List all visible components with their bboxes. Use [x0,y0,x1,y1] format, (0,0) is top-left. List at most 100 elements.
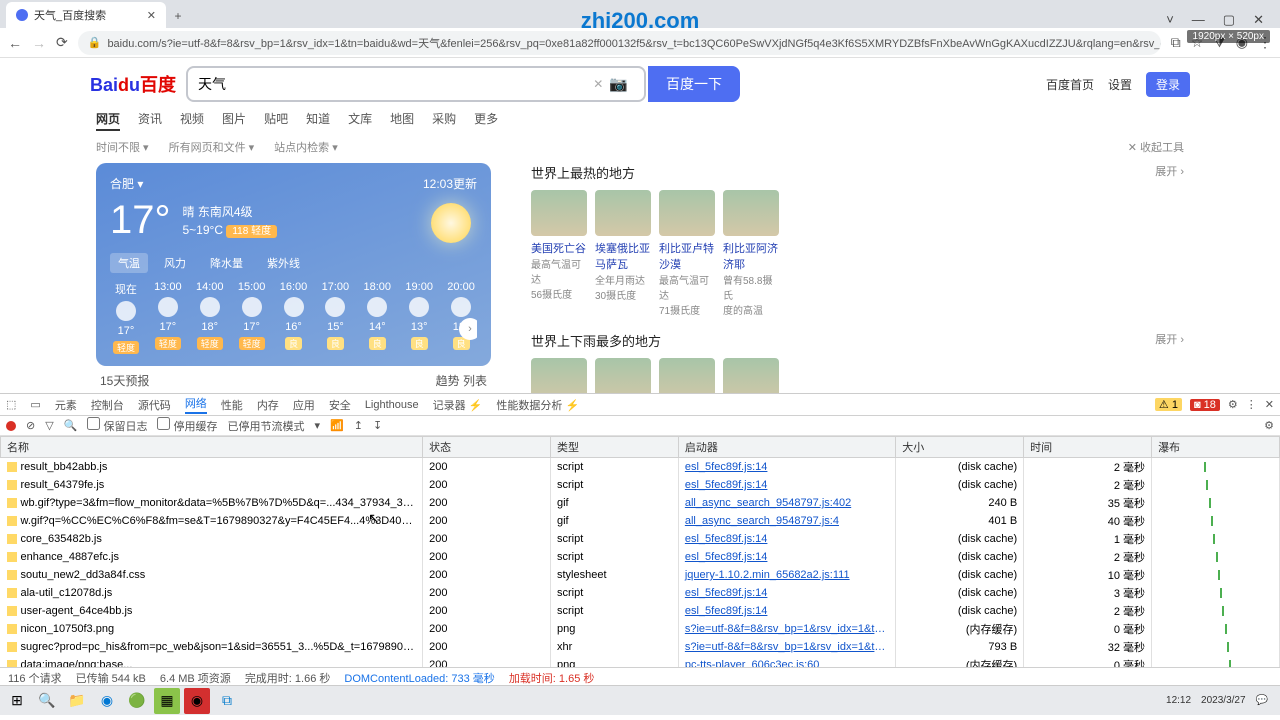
tab-more[interactable]: 更多 [474,110,498,131]
wtab-rain[interactable]: 降水量 [202,253,251,273]
column-header[interactable]: 大小 [896,437,1024,458]
gear-icon[interactable]: ⚙ [1264,419,1274,432]
filter-site[interactable]: 站点内检索 ▾ [274,139,338,155]
side-card[interactable]: 利比亚阿济济耶曾有58.8摄氏度的高温 [723,190,779,317]
table-row[interactable]: ala-util_c12078d.js200scriptesl_5fec89f.… [1,584,1280,602]
forecast-15d[interactable]: 15天预报 [100,372,149,389]
next-icon[interactable]: › [459,318,477,340]
expand-link[interactable]: 展开 › [1155,163,1184,182]
column-header[interactable]: 名称 [1,437,423,458]
table-row[interactable]: wb.gif?type=3&fm=flow_monitor&data=%5B%7… [1,494,1280,512]
side-card[interactable]: 美国死亡谷最高气温可达56摄氏度 [531,190,587,317]
forward-icon[interactable]: → [32,35,46,51]
table-row[interactable]: user-agent_64ce4bb.js200scriptesl_5fec89… [1,602,1280,620]
column-header[interactable]: 类型 [550,437,678,458]
wtab-temp[interactable]: 气温 [110,253,148,273]
filter-time[interactable]: 时间不限 ▾ [96,139,149,155]
tab-wenku[interactable]: 文库 [348,110,372,131]
filter-filetype[interactable]: 所有网页和文件 ▾ [169,139,255,155]
throttle-dropdown-icon[interactable]: ▾ [315,419,321,432]
url-input[interactable]: 🔒 baidu.com/s?ie=utf-8&f=8&rsv_bp=1&rsv_… [78,31,1161,55]
menu-icon[interactable]: ⋮ [1246,398,1257,411]
search-icon[interactable]: 🔍 [64,419,78,432]
dtab-security[interactable]: 安全 [329,397,351,413]
table-row[interactable]: sugrec?prod=pc_his&from=pc_web&json=1&si… [1,638,1280,656]
table-row[interactable]: soutu_new2_dd3a84f.css200stylesheetjquer… [1,566,1280,584]
app-icon[interactable]: ◉ [184,688,210,714]
camera-icon[interactable]: 📷 [609,75,628,93]
browser-tab[interactable]: 天气_百度搜索 ✕ [6,2,166,28]
app-icon[interactable]: ▦ [154,688,180,714]
side-card[interactable]: 门的内哥罗首都年降水量 [595,358,651,393]
table-row[interactable]: nicon_10750f3.png200pngs?ie=utf-8&f=8&rs… [1,620,1280,638]
error-badge[interactable]: ◙ 18 [1190,399,1220,411]
edge-icon[interactable]: ◉ [94,688,120,714]
close-icon[interactable]: ✕ [147,9,156,22]
side-card[interactable]: 加拿大亨德森湖 [723,358,779,393]
table-row[interactable]: enhance_4887efc.js200scriptesl_5fec89f.j… [1,548,1280,566]
side-card[interactable]: 埃塞俄比亚马萨瓦全年月雨达30摄氏度 [595,190,651,317]
dtab-performance[interactable]: 性能 [221,397,243,413]
explorer-icon[interactable]: 📁 [64,688,90,714]
start-icon[interactable]: ⊞ [4,688,30,714]
collapse-tools[interactable]: ✕ 收起工具 [1128,139,1184,155]
dtab-memory[interactable]: 内存 [257,397,279,413]
column-header[interactable]: 状态 [423,437,551,458]
vscode-icon[interactable]: ⧉ [214,688,240,714]
wtab-wind[interactable]: 风力 [156,253,194,273]
chevron-down-icon[interactable]: ˅ [1166,12,1174,28]
weather-city[interactable]: 合肥 ▾ [110,175,143,192]
maximize-icon[interactable]: ▢ [1223,12,1235,28]
preserve-log[interactable]: 保留日志 [87,417,147,434]
chrome-icon[interactable]: 🟢 [124,688,150,714]
clear-icon[interactable]: ✕ [593,77,603,91]
table-row[interactable]: core_635482b.js200scriptesl_5fec89f.js:1… [1,530,1280,548]
dtab-lighthouse[interactable]: Lighthouse [365,399,419,411]
search-input[interactable] [198,76,593,92]
dtab-application[interactable]: 应用 [293,397,315,413]
tab-news[interactable]: 资讯 [138,110,162,131]
warning-badge[interactable]: ⚠ 1 [1155,398,1182,411]
clear-icon[interactable]: ⊘ [26,419,35,432]
device-icon[interactable]: ▭ [30,398,40,411]
baidu-logo[interactable]: Baidu百度 [90,71,176,97]
network-table[interactable]: 名称状态类型启动器大小时间瀑布 result_bb42abb.js200scri… [0,436,1280,667]
dtab-insights[interactable]: 性能数据分析 ⚡ [496,397,579,413]
dtab-console[interactable]: 控制台 [91,397,124,413]
back-icon[interactable]: ← [8,35,22,51]
search-icon[interactable]: 🔍 [34,688,60,714]
upload-icon[interactable]: ↥ [354,419,363,432]
login-button[interactable]: 登录 [1146,72,1190,97]
baidu-home-link[interactable]: 百度首页 [1046,76,1094,93]
share-icon[interactable]: ⧉ [1171,34,1181,51]
gear-icon[interactable]: ⚙ [1228,398,1238,411]
table-row[interactable]: w.gif?q=%CC%EC%C6%F8&fm=se&T=1679890327&… [1,512,1280,530]
new-tab-button[interactable]: + [166,4,190,28]
filter-icon[interactable]: ▽ [45,419,53,432]
tab-zhidao[interactable]: 知道 [306,110,330,131]
column-header[interactable]: 瀑布 [1152,437,1280,458]
tab-web[interactable]: 网页 [96,110,120,131]
expand-link[interactable]: 展开 › [1155,331,1184,350]
settings-link[interactable]: 设置 [1108,76,1132,93]
search-button[interactable]: 百度一下 [648,66,740,102]
tab-tieba[interactable]: 贴吧 [264,110,288,131]
tab-image[interactable]: 图片 [222,110,246,131]
wifi-icon[interactable]: 📶 [330,419,344,432]
dtab-elements[interactable]: 元素 [55,397,77,413]
tab-caigou[interactable]: 采购 [432,110,456,131]
dtab-recorder[interactable]: 记录器 ⚡ [433,397,483,413]
disable-cache[interactable]: 停用缓存 [157,417,217,434]
column-header[interactable]: 时间 [1024,437,1152,458]
notifications-icon[interactable]: 💬 [1256,695,1268,706]
inspect-icon[interactable]: ⬚ [6,398,16,411]
side-card[interactable]: 印度乞拉朋齐 [531,358,587,393]
side-card[interactable]: 利比亚卢特沙漠最高气温可达71摄氏度 [659,190,715,317]
dtab-sources[interactable]: 源代码 [138,397,171,413]
tab-map[interactable]: 地图 [390,110,414,131]
close-icon[interactable]: ✕ [1265,398,1274,411]
reload-icon[interactable]: ⟳ [56,34,68,51]
dtab-network[interactable]: 网络 [185,395,207,414]
forecast-toggle[interactable]: 趋势 列表 [436,372,487,389]
column-header[interactable]: 启动器 [678,437,895,458]
